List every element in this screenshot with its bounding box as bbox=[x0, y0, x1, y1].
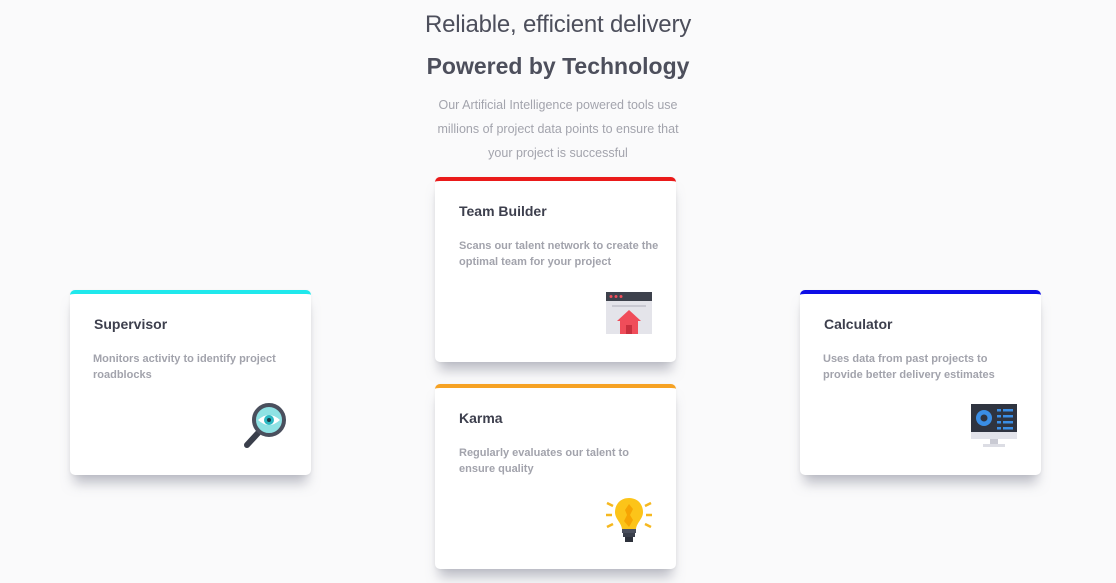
monitor-dashboard-icon bbox=[969, 401, 1019, 451]
card-title: Team Builder bbox=[459, 203, 547, 219]
card-text: Uses data from past projects to provide … bbox=[823, 353, 995, 381]
lightbulb-icon bbox=[604, 495, 654, 545]
card-title: Calculator bbox=[824, 316, 893, 332]
features-section: Reliable, efficient delivery Powered by … bbox=[0, 0, 1116, 583]
magnifier-eye-icon bbox=[239, 401, 289, 451]
card-calculator: Calculator Uses data from past projects … bbox=[800, 290, 1041, 475]
browser-team-icon bbox=[604, 288, 654, 338]
section-title: Powered by Technology bbox=[426, 53, 690, 79]
card-text: Scans our talent network to create the o… bbox=[459, 240, 659, 268]
section-description: Our Artificial Intelligence powered tool… bbox=[437, 98, 679, 160]
card-team-builder: Team Builder Scans our talent network to… bbox=[435, 177, 676, 362]
card-karma: Karma Regularly evaluates our talent to … bbox=[435, 384, 676, 569]
card-text: Regularly evaluates our talent to ensure… bbox=[459, 447, 629, 475]
card-title: Supervisor bbox=[94, 316, 168, 332]
card-text: Monitors activity to identify project ro… bbox=[93, 353, 276, 381]
section-subtitle: Reliable, efficient delivery bbox=[424, 11, 692, 38]
card-title: Karma bbox=[459, 410, 503, 426]
card-supervisor: Supervisor Monitors activity to identify… bbox=[70, 290, 311, 475]
